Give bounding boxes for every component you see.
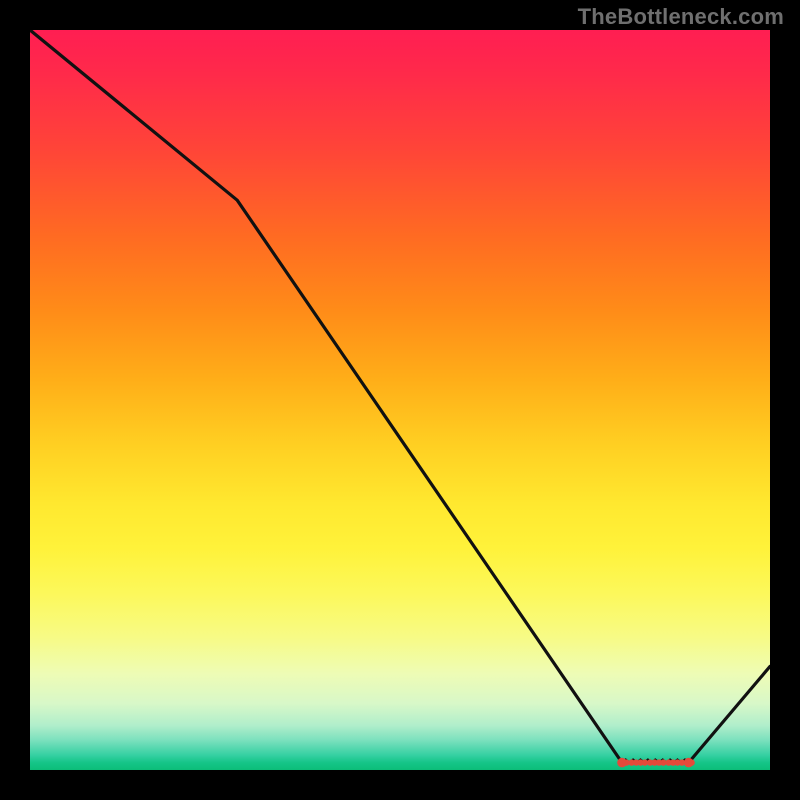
- optimal-marker-endcap: [684, 758, 694, 768]
- plot-area: [30, 30, 770, 770]
- attribution-watermark: TheBottleneck.com: [578, 4, 784, 30]
- bottleneck-curve: [30, 30, 770, 763]
- chart-svg: [30, 30, 770, 770]
- chart-frame: TheBottleneck.com: [0, 0, 800, 800]
- curve-group: [30, 30, 770, 767]
- optimal-marker-endcap: [617, 758, 627, 768]
